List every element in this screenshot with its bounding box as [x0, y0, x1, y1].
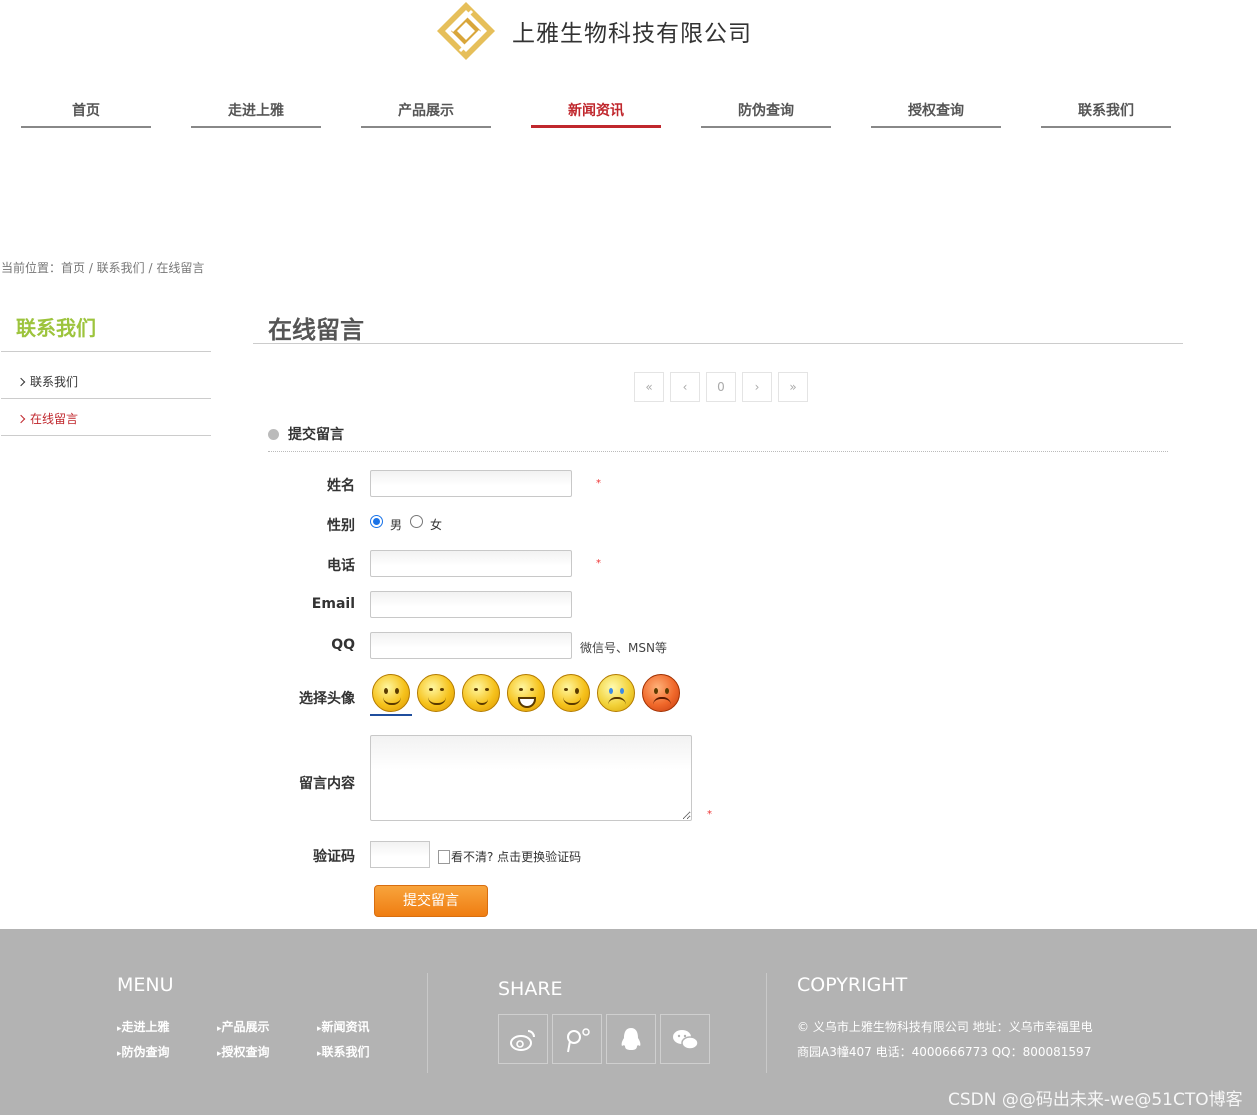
next-page-button[interactable]: ›	[742, 372, 772, 402]
footer-link-authorization[interactable]: 授权查询	[217, 1043, 270, 1060]
sidebar-divider	[1, 435, 211, 436]
logo[interactable]: 上雅生物科技有限公司	[436, 0, 752, 62]
footer-share-title: SHARE	[498, 978, 563, 1000]
footer-menu-title: MENU	[117, 974, 174, 996]
required-mark: *	[596, 558, 601, 569]
avatar-label: 选择头像	[299, 691, 355, 707]
nav-item-authorization[interactable]: 授权查询	[871, 98, 1001, 128]
laugh-face-icon[interactable]	[505, 672, 547, 716]
section-heading-label: 提交留言	[288, 427, 344, 443]
smile-face-icon[interactable]	[370, 672, 412, 716]
copyright-line: © 义乌市上雅生物科技有限公司 地址：义乌市幸福里电	[797, 1020, 1093, 1034]
phone-field[interactable]	[370, 550, 572, 577]
nav-item-anti-counterfeit[interactable]: 防伪查询	[701, 98, 831, 128]
qq-label: QQ	[331, 637, 355, 653]
sidebar-item-contact[interactable]: 联系我们	[16, 373, 79, 390]
page-number[interactable]: 0	[706, 372, 736, 402]
gender-male-label: 男	[390, 518, 403, 532]
prev-page-button[interactable]: ‹	[670, 372, 700, 402]
gender-label: 性别	[327, 518, 355, 534]
section-heading: 提交留言	[268, 424, 344, 444]
message-label: 留言内容	[299, 776, 355, 792]
section-divider	[268, 451, 1168, 452]
sidebar-item-label: 在线留言	[30, 412, 79, 426]
sidebar-divider	[1, 398, 211, 399]
cry-face-icon[interactable]	[595, 672, 637, 716]
title-divider	[253, 343, 1183, 344]
wechat-icon[interactable]	[660, 1014, 710, 1064]
broken-image-icon	[438, 849, 450, 864]
footer-copyright-title: COPYRIGHT	[797, 974, 908, 996]
page-title: 在线留言	[268, 316, 364, 344]
footer-link-news[interactable]: 新闻资讯	[317, 1018, 370, 1035]
email-field[interactable]	[370, 591, 572, 618]
gender-female-radio[interactable]	[410, 515, 423, 528]
gender-male-radio[interactable]	[370, 515, 383, 528]
angry-face-icon[interactable]	[640, 672, 682, 716]
qq-icon[interactable]	[606, 1014, 656, 1064]
captcha-label: 验证码	[313, 849, 355, 865]
thumbs-up-face-icon[interactable]	[460, 672, 502, 716]
nav-item-products[interactable]: 产品展示	[361, 98, 491, 128]
nav-item-contact[interactable]: 联系我们	[1041, 98, 1171, 128]
copyright-line: 商园A3幢407 电话：4000666773 QQ：800081597	[797, 1045, 1092, 1059]
wink-face-icon[interactable]	[550, 672, 592, 716]
breadcrumb[interactable]: 当前位置：首页 / 联系我们 / 在线留言	[1, 259, 204, 276]
sidebar-divider	[1, 351, 211, 352]
nav-item-home[interactable]: 首页	[21, 98, 151, 128]
name-field[interactable]	[370, 470, 572, 497]
chevron-right-icon	[16, 414, 26, 424]
bullet-dot-icon	[268, 428, 279, 440]
footer-divider	[766, 973, 767, 1073]
message-textarea[interactable]	[370, 735, 692, 821]
required-mark: *	[596, 478, 601, 489]
qq-field[interactable]	[370, 632, 572, 659]
sidebar-item-message[interactable]: 在线留言	[16, 410, 79, 427]
gender-female-label: 女	[430, 518, 443, 532]
captcha-image[interactable]: 看不清? 点击更换验证码	[438, 848, 581, 865]
captcha-field[interactable]	[370, 841, 430, 868]
footer-link-products[interactable]: 产品展示	[217, 1018, 270, 1035]
tencent-weibo-icon[interactable]	[552, 1014, 602, 1064]
logo-mark-icon	[436, 1, 496, 61]
avatar-picker	[370, 672, 682, 716]
footer: MENU 走进上雅 产品展示 新闻资讯 防伪查询 授权查询 联系我们 SHARE…	[0, 929, 1257, 1115]
footer-link-contact[interactable]: 联系我们	[317, 1043, 370, 1060]
nav-item-news[interactable]: 新闻资讯	[531, 98, 661, 128]
email-label: Email	[311, 596, 355, 612]
grin-face-icon[interactable]	[415, 672, 457, 716]
sidebar-title: 联系我们	[16, 316, 96, 340]
company-name: 上雅生物科技有限公司	[512, 21, 752, 47]
chevron-right-icon	[16, 377, 26, 387]
nav-item-about[interactable]: 走进上雅	[191, 98, 321, 128]
main-nav: 首页 走进上雅 产品展示 新闻资讯 防伪查询 授权查询 联系我们	[21, 98, 1181, 130]
qq-hint: 微信号、MSN等	[580, 641, 667, 655]
first-page-button[interactable]: «	[634, 372, 664, 402]
footer-link-about[interactable]: 走进上雅	[117, 1018, 170, 1035]
pagination: « ‹ 0 › »	[634, 372, 808, 402]
watermark: CSDN @@码出未来-we@51CTO博客	[948, 1090, 1243, 1110]
captcha-alt-text: 看不清? 点击更换验证码	[451, 850, 582, 864]
required-mark: *	[707, 809, 712, 820]
name-label: 姓名	[327, 478, 355, 494]
sidebar-item-label: 联系我们	[30, 375, 79, 389]
submit-button[interactable]: 提交留言	[374, 885, 488, 917]
last-page-button[interactable]: »	[778, 372, 808, 402]
footer-link-anti-counterfeit[interactable]: 防伪查询	[117, 1043, 170, 1060]
weibo-icon[interactable]	[498, 1014, 548, 1064]
footer-divider	[427, 973, 428, 1073]
phone-label: 电话	[327, 558, 355, 574]
